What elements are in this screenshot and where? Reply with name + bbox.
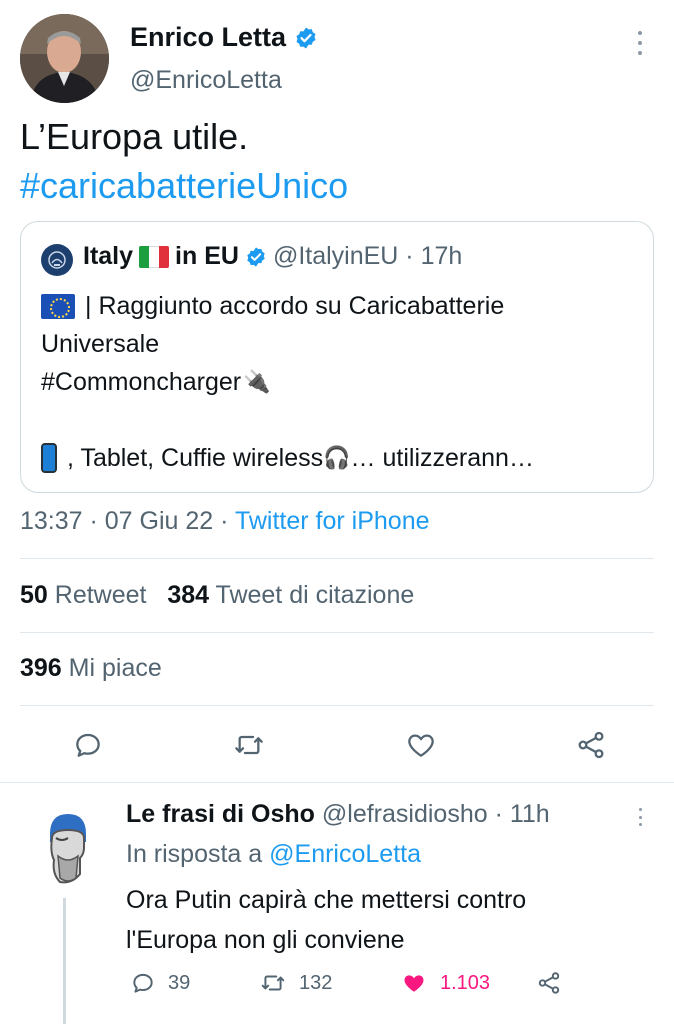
author-avatar[interactable] [20,14,109,103]
tweet-separator [0,782,674,783]
like-icon[interactable] [404,728,438,762]
reply-likes-count: 1.103 [440,971,491,994]
author-handle[interactable]: @EnricoLetta [130,66,282,95]
divider [20,705,654,706]
author-name-text: Enrico Letta [130,22,287,52]
reply-retweet-button[interactable]: 132 [259,970,332,996]
reply-icon[interactable] [71,728,105,762]
tweet-timestamp: 13:37 · 07 Giu 22 · Twitter for iPhone [20,507,430,536]
tweet-hashtag-link[interactable]: #caricabatterieUnico [20,162,348,210]
divider [20,632,654,633]
eu-flag-icon [41,293,75,319]
reply-author-name[interactable]: Le frasi di Osho [126,800,315,828]
reply-author-avatar[interactable] [42,808,90,888]
plug-icon: 🔌 [243,369,271,394]
in-reply-to-mention-link[interactable]: @EnricoLetta [269,840,421,868]
likes-label[interactable]: Mi piace [69,654,162,682]
reply-share-button[interactable] [536,970,562,996]
tweet-source-link[interactable]: Twitter for iPhone [235,507,430,535]
quoted-line-5b: … utilizzerann… [350,444,534,472]
likes-stats[interactable]: 396 Mi piace [20,654,162,683]
quotes-count[interactable]: 384 [167,581,209,609]
retweet-quote-stats: 50 Retweet 384 Tweet di citazione [20,581,414,610]
tweet-text: L’Europa utile. [20,116,249,157]
thread-connector-line [63,898,66,1024]
quoted-tweet-text: | Raggiunto accordo su Caricabatterie Un… [41,287,641,477]
retweet-icon[interactable] [232,728,266,762]
headphones-icon: 🎧 [323,445,351,470]
quoted-line-2: Universale [41,330,160,358]
reply-text-line-1: Ora Putin capirà che mettersi contro [126,886,527,914]
retweets-count[interactable]: 50 [20,581,48,609]
verified-badge-icon [247,246,265,267]
reply-replies-count: 39 [168,971,191,994]
quoted-hashtag: #Commoncharger [41,368,242,396]
italy-flag-icon [139,245,170,268]
quoted-line-5a: , Tablet, Cuffie wireless [67,444,324,472]
quoted-tweet-card[interactable]: Italy in EU @ItalyinEU · 17h | Raggiunto… [20,221,654,493]
quoted-author-avatar [41,244,73,276]
reply-like-button[interactable]: 1.103 [400,970,490,996]
share-icon [538,972,560,994]
like-filled-icon [404,975,424,992]
timestamp-text: 13:37 · 07 Giu 22 · [20,507,235,535]
share-icon[interactable] [574,728,608,762]
reply-text-line-2: l'Europa non gli conviene [126,926,405,954]
quoted-author-name: Italy [83,242,134,270]
more-options-icon[interactable] [630,28,650,58]
quoted-author-name-suffix: in EU [175,242,239,270]
in-reply-to-prefix: In risposta a [126,840,270,868]
quoted-tweet-header: Italy in EU @ItalyinEU · 17h [83,242,462,271]
retweets-label[interactable]: Retweet [55,581,147,609]
reply-retweets-count: 132 [299,971,333,994]
phone-icon [41,443,57,473]
reply-header: Le frasi di Osho @lefrasidiosho · 11h [126,800,550,829]
retweet-icon [261,975,285,991]
author-name[interactable]: Enrico Letta [130,22,318,53]
divider [20,558,654,559]
reply-icon [133,973,153,993]
likes-count[interactable]: 396 [20,654,62,682]
quotes-label[interactable]: Tweet di citazione [216,581,415,609]
in-reply-to: In risposta a @EnricoLetta [126,840,421,869]
quoted-handle-time: @ItalyinEU · 17h [272,242,463,270]
reply-handle-time[interactable]: @lefrasidiosho · 11h [322,800,550,828]
verified-badge-icon [296,27,316,48]
more-options-icon[interactable] [630,806,650,828]
quoted-line-1: | Raggiunto accordo su Caricabatterie [85,292,505,320]
reply-text: Ora Putin capirà che mettersi contro l'E… [126,880,646,960]
reply-reply-button[interactable]: 39 [130,970,190,996]
